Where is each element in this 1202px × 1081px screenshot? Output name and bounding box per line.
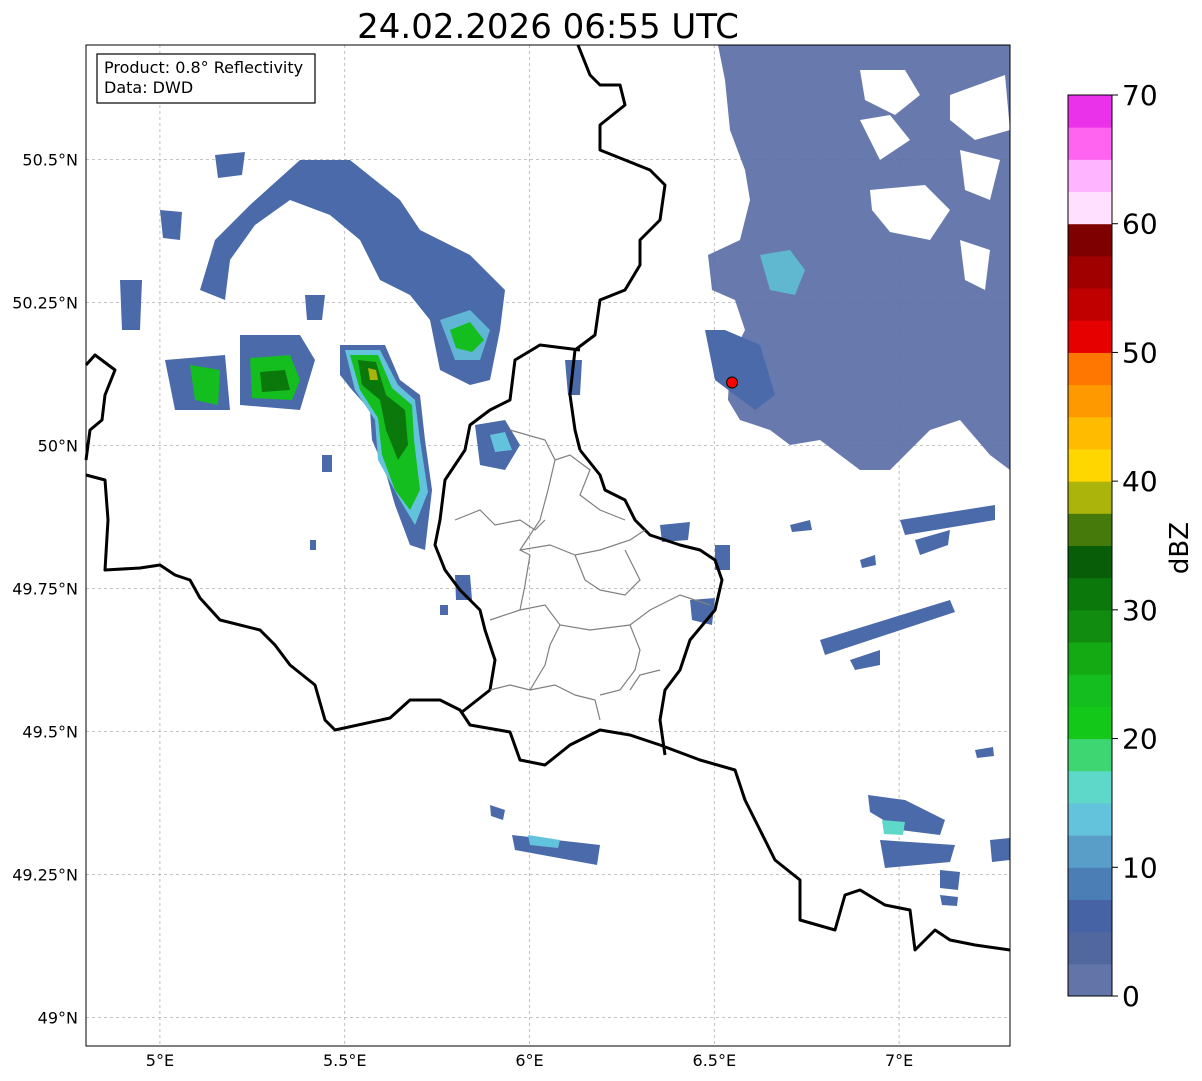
colorbar-tick-label: 0 <box>1122 980 1140 1013</box>
colorbar: 0 10 20 30 40 50 60 70 dBZ <box>1067 79 1195 1013</box>
colorbar-segment <box>1068 609 1112 643</box>
colorbar-segment <box>1068 320 1112 353</box>
colorbar-segment <box>1068 545 1112 579</box>
map-panel[interactable]: Product: 0.8° Reflectivity Data: DWD 5°E… <box>12 44 1011 1070</box>
latitude-tick-labels: 49°N 49.25°N 49.5°N 49.75°N 50°N 50.25°N 50.5°… <box>12 150 78 1027</box>
colorbar-label: dBZ <box>1165 522 1195 574</box>
lat-tick-label: 49°N <box>38 1008 78 1027</box>
lat-tick-label: 49.5°N <box>22 722 78 741</box>
radar-figure: 24.02.2026 06:55 UTC Product: 0.8° Refle… <box>12 7 1195 1070</box>
lat-tick-label: 50.5°N <box>22 150 78 169</box>
colorbar-tick-label: 10 <box>1122 851 1158 884</box>
lon-tick-label: 7°E <box>885 1051 913 1070</box>
lat-tick-label: 49.75°N <box>12 579 78 598</box>
echo-core-southeast <box>882 820 905 835</box>
colorbar-segment <box>1068 159 1112 193</box>
lon-tick-label: 6.5°E <box>693 1051 737 1070</box>
colorbar-segment <box>1068 802 1112 836</box>
colorbar-segment <box>1068 738 1112 772</box>
colorbar-segment <box>1068 867 1112 900</box>
colorbar-ticks: 0 10 20 30 40 50 60 70 <box>1112 79 1158 1013</box>
colorbar-tick-label: 70 <box>1122 79 1158 112</box>
colorbar-tick-label: 60 <box>1122 208 1158 241</box>
colorbar-tick-label: 30 <box>1122 594 1158 627</box>
info-box: Product: 0.8° Reflectivity Data: DWD <box>96 53 316 104</box>
colorbar-segment <box>1068 770 1112 804</box>
colorbar-segment <box>1068 95 1112 128</box>
info-data-source: Data: DWD <box>104 78 193 97</box>
colorbar-segments <box>1068 95 1112 997</box>
colorbar-segment <box>1068 127 1112 160</box>
colorbar-segment <box>1068 642 1112 675</box>
colorbar-segment <box>1068 835 1112 868</box>
colorbar-tick-label: 40 <box>1122 465 1158 498</box>
lat-tick-label: 50°N <box>38 436 78 455</box>
echo-cell-west-2-dark <box>260 370 290 392</box>
lon-tick-label: 6°E <box>515 1051 543 1070</box>
colorbar-segment <box>1068 513 1112 546</box>
colorbar-segment <box>1068 448 1112 482</box>
lat-tick-label: 49.25°N <box>12 865 78 884</box>
colorbar-segment <box>1068 352 1112 386</box>
longitude-tick-labels: 5°E 5.5°E 6°E 6.5°E 7°E <box>146 1051 913 1070</box>
colorbar-segment <box>1068 191 1112 225</box>
colorbar-segment <box>1068 288 1112 321</box>
colorbar-tick-label: 50 <box>1122 336 1158 369</box>
lon-tick-label: 5°E <box>146 1051 174 1070</box>
map-title: 24.02.2026 06:55 UTC <box>357 7 739 47</box>
colorbar-segment <box>1068 223 1112 257</box>
colorbar-segment <box>1068 674 1112 707</box>
colorbar-tick-label: 20 <box>1122 723 1158 756</box>
lat-tick-label: 50.25°N <box>12 293 78 312</box>
colorbar-segment <box>1068 577 1112 611</box>
colorbar-segment <box>1068 963 1112 997</box>
radar-site-marker[interactable] <box>726 376 739 389</box>
colorbar-segment <box>1068 481 1112 514</box>
colorbar-segment <box>1068 416 1112 450</box>
colorbar-segment <box>1068 706 1112 740</box>
colorbar-segment <box>1068 384 1112 418</box>
colorbar-segment <box>1068 931 1112 965</box>
colorbar-segment <box>1068 255 1112 289</box>
lon-tick-label: 5.5°E <box>323 1051 367 1070</box>
info-product: Product: 0.8° Reflectivity <box>104 58 303 77</box>
colorbar-segment <box>1068 899 1112 933</box>
